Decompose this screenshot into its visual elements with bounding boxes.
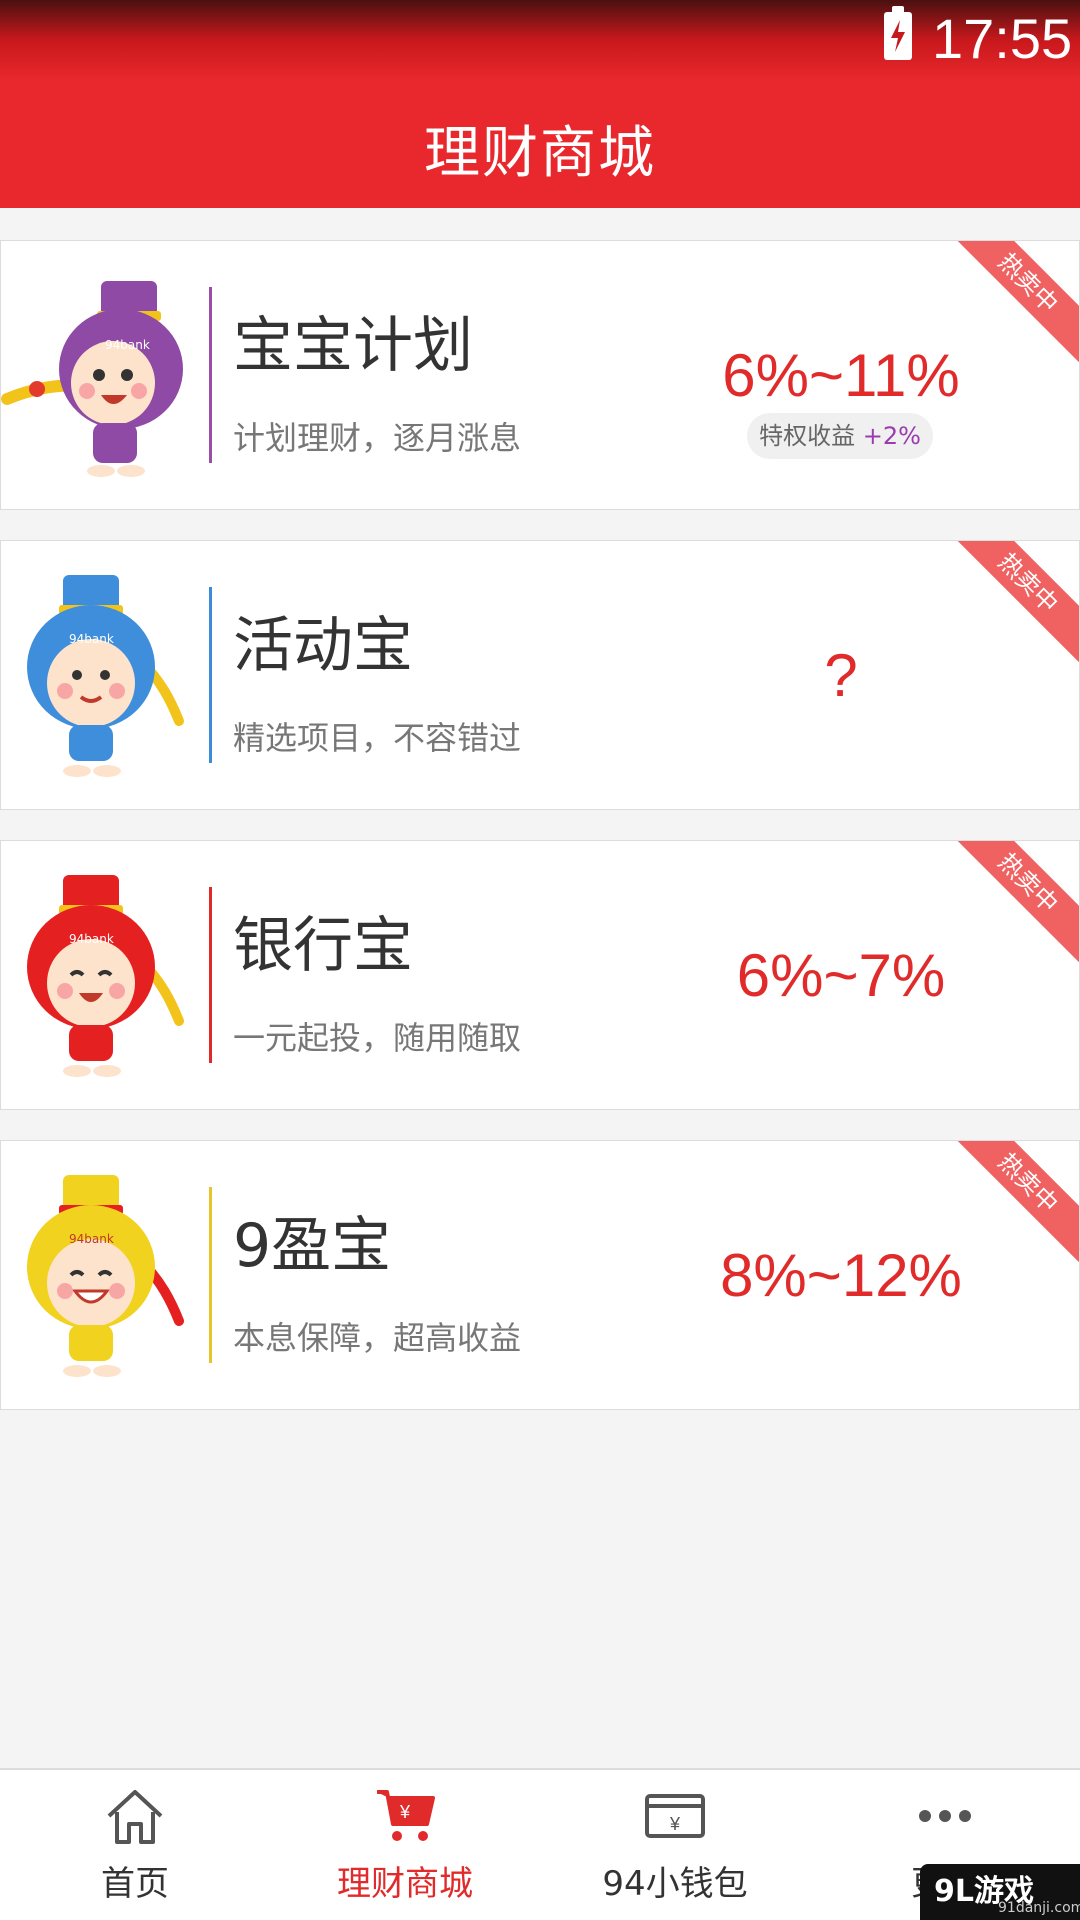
- product-name: 9盈宝: [233, 1211, 392, 1281]
- product-rate: ?: [824, 642, 858, 709]
- svg-text:¥: ¥: [669, 1814, 681, 1834]
- product-description: 本息保障，超高收益: [233, 1319, 522, 1357]
- app: 17:55 理财商城 94bank 宝宝计划 计划理财，逐月涨息 6%~11%: [0, 0, 1080, 1920]
- nav-label: 理财商城: [337, 1864, 473, 1904]
- svg-text:94bank: 94bank: [69, 1232, 114, 1246]
- nav-item-home[interactable]: 首页: [0, 1770, 270, 1920]
- product-card-9ying[interactable]: 94bank 9盈宝 本息保障，超高收益 8%~12% 热卖中: [0, 1140, 1080, 1410]
- nav-label: 94小钱包: [602, 1864, 748, 1904]
- watermark-sub: 91danji.com: [998, 1900, 1080, 1916]
- product-rate: 6%~11%: [722, 342, 960, 409]
- privilege-bonus-badge: 特权收益 +2%: [747, 413, 933, 459]
- product-name: 活动宝: [233, 611, 413, 681]
- product-rate: 6%~7%: [736, 942, 946, 1009]
- mascot-yellow-icon: 94bank: [27, 1175, 184, 1377]
- card-divider: [209, 887, 212, 1063]
- card-divider: [209, 287, 212, 463]
- status-bar: 17:55: [0, 0, 1080, 80]
- product-name: 宝宝计划: [233, 311, 473, 381]
- product-card-huodong[interactable]: 94bank 活动宝 精选项目，不容错过 ? 热卖中: [0, 540, 1080, 810]
- product-description: 精选项目，不容错过: [233, 719, 522, 757]
- header: 17:55 理财商城: [0, 0, 1080, 208]
- product-card-baobao[interactable]: 94bank 宝宝计划 计划理财，逐月涨息 6%~11% 特权收益 +2% 热卖…: [0, 240, 1080, 510]
- product-description: 计划理财，逐月涨息: [233, 419, 522, 457]
- more-icon: [919, 1810, 971, 1822]
- svg-text:¥: ¥: [399, 1802, 411, 1822]
- battery-charging-icon: [884, 6, 912, 60]
- card-divider: [209, 1187, 212, 1363]
- svg-text:94bank: 94bank: [69, 632, 114, 646]
- svg-text:94bank: 94bank: [69, 932, 114, 946]
- bottom-nav: 首页 ¥ 理财商城 ¥ 94小钱包 更多: [0, 1768, 1080, 1920]
- page-title: 理财商城: [424, 121, 656, 186]
- svg-text:94bank: 94bank: [105, 338, 150, 352]
- bonus-label: 特权收益: [759, 422, 856, 450]
- mascot-blue-icon: 94bank: [27, 575, 184, 777]
- product-description: 一元起投，随用随取: [233, 1019, 522, 1057]
- product-rate: 8%~12%: [720, 1242, 962, 1309]
- cart-icon: ¥: [377, 1790, 435, 1841]
- mascot-purple-icon: 94bank: [1, 281, 183, 477]
- card-divider: [209, 587, 212, 763]
- status-time: 17:55: [932, 7, 1073, 70]
- bonus-value: +2%: [862, 422, 921, 450]
- home-icon: [107, 1790, 163, 1844]
- mascot-red-icon: 94bank: [27, 875, 184, 1077]
- wallet-icon: ¥: [645, 1794, 705, 1838]
- product-card-yinhang[interactable]: 94bank 银行宝 一元起投，随用随取 6%~7% 热卖中: [0, 840, 1080, 1110]
- product-name: 银行宝: [233, 911, 413, 981]
- nav-item-wallet[interactable]: ¥ 94小钱包: [540, 1770, 810, 1920]
- watermark-logo: 9L游戏 91danji.com: [920, 1864, 1080, 1920]
- nav-label: 首页: [101, 1864, 169, 1904]
- nav-item-mall[interactable]: ¥ 理财商城: [270, 1770, 540, 1920]
